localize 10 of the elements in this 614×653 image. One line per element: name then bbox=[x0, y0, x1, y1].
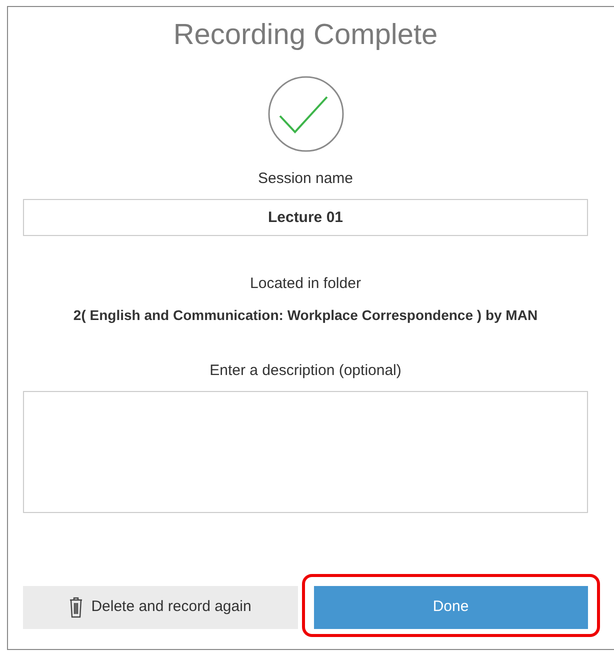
dialog-title: Recording Complete bbox=[173, 18, 438, 53]
folder-label: Located in folder bbox=[250, 274, 361, 294]
description-field[interactable] bbox=[23, 390, 588, 512]
folder-name: 2( English and Communication: Workplace Correspondence ) by MAN bbox=[73, 306, 538, 325]
session-label: Session name bbox=[258, 169, 354, 189]
session-name-field[interactable]: Lecture 01 bbox=[23, 198, 588, 236]
checkmark-circle-icon bbox=[266, 75, 344, 153]
delete-button[interactable]: Delete and record again bbox=[23, 586, 298, 628]
trash-icon bbox=[69, 596, 84, 618]
description-label: Enter a description (optional) bbox=[210, 361, 402, 381]
